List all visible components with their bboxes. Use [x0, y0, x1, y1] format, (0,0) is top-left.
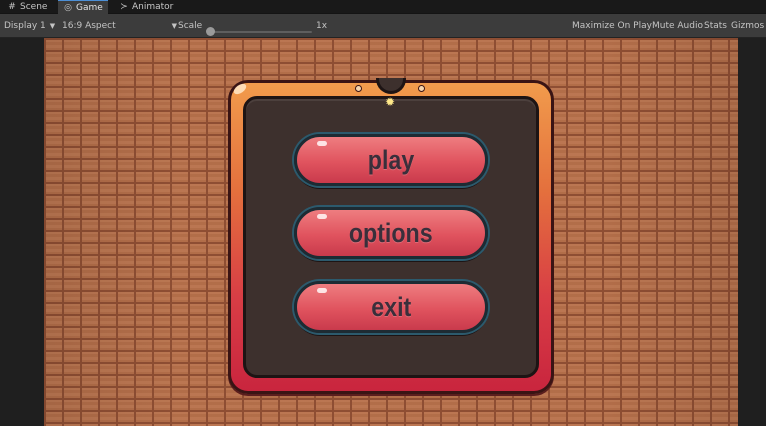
- unity-editor-game-window: # Scene ◎ Game ≻ Animator Display 1 ▼ 16…: [0, 0, 766, 426]
- tab-scene-label: Scene: [20, 2, 48, 12]
- chevron-down-icon: ▼: [49, 22, 56, 30]
- letterbox-right: [738, 38, 766, 426]
- tab-scene[interactable]: # Scene: [2, 0, 52, 14]
- options-button[interactable]: options: [294, 207, 488, 259]
- maximize-on-play-label: Maximize On Play: [572, 21, 652, 31]
- exit-button[interactable]: exit: [294, 281, 488, 333]
- panel-rivet-right: [418, 85, 425, 92]
- stats-label: Stats: [704, 21, 727, 31]
- editor-tab-bar: # Scene ◎ Game ≻ Animator: [0, 0, 766, 14]
- display-label: Display 1: [4, 21, 46, 31]
- gear-icon: ✹: [384, 95, 396, 109]
- tab-animator-label: Animator: [132, 2, 174, 12]
- play-button-label: play: [367, 144, 415, 175]
- aspect-label: 16:9 Aspect: [62, 21, 116, 31]
- mute-audio-button[interactable]: Mute Audio: [652, 14, 703, 38]
- options-button-label: options: [349, 217, 433, 248]
- exit-button-label: exit: [370, 291, 412, 322]
- stats-button[interactable]: Stats: [704, 14, 727, 38]
- button-gloss: [317, 288, 327, 293]
- animator-icon: ≻: [120, 2, 128, 12]
- button-gloss: [317, 214, 327, 219]
- gamepad-icon: ◎: [64, 2, 72, 13]
- scale-value-text: 1x: [316, 21, 328, 31]
- letterbox-left: [0, 38, 44, 426]
- tab-game[interactable]: ◎ Game: [58, 0, 108, 14]
- play-button[interactable]: play: [294, 134, 488, 186]
- scale-label: Scale: [178, 14, 202, 38]
- panel-rivet-left: [355, 85, 362, 92]
- aspect-dropdown[interactable]: 16:9 Aspect ▼: [62, 14, 181, 38]
- scale-label-text: Scale: [178, 21, 203, 31]
- tab-game-label: Game: [76, 2, 103, 13]
- scale-slider-handle[interactable]: [206, 27, 215, 36]
- scale-slider-track[interactable]: [210, 31, 312, 33]
- grid-icon: #: [8, 2, 16, 12]
- display-dropdown[interactable]: Display 1 ▼: [4, 14, 59, 38]
- maximize-on-play-button[interactable]: Maximize On Play: [572, 14, 652, 38]
- gizmos-button[interactable]: Gizmos: [731, 14, 764, 38]
- game-view-toolbar: Display 1 ▼ 16:9 Aspect ▼ Scale 1x Maxim…: [0, 14, 766, 38]
- scale-value: 1x: [316, 14, 327, 38]
- tab-animator[interactable]: ≻ Animator: [114, 0, 178, 14]
- button-gloss: [317, 141, 327, 146]
- mute-audio-label: Mute Audio: [652, 21, 703, 31]
- gizmos-label: Gizmos: [731, 21, 765, 31]
- game-view-canvas[interactable]: ✹ play options exit: [44, 38, 738, 426]
- chevron-down-icon: ▼: [171, 22, 178, 30]
